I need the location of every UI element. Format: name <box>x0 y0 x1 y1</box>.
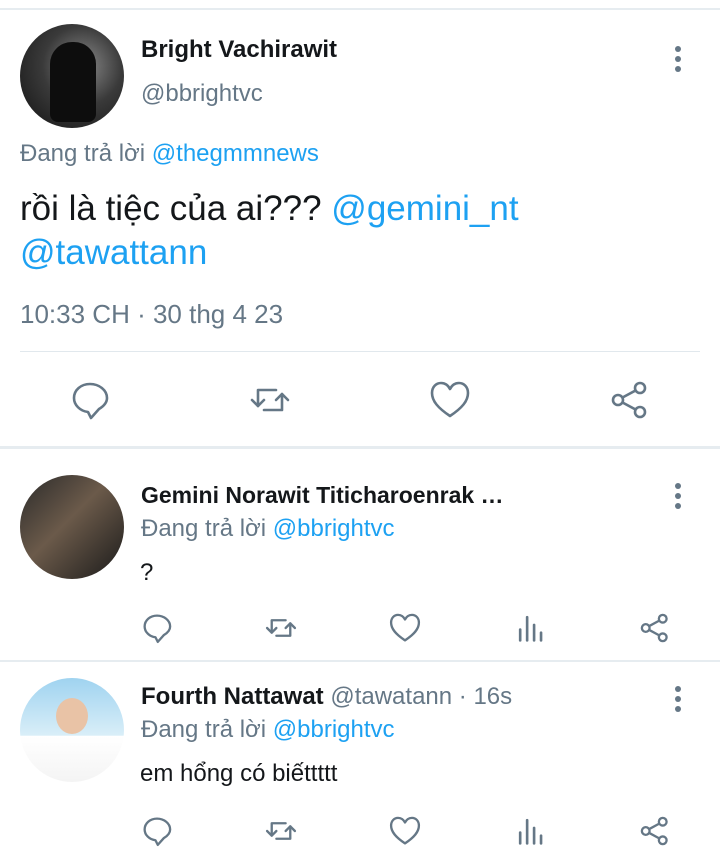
replying-to-mention[interactable]: @bbrightvc <box>273 716 395 743</box>
avatar[interactable] <box>20 24 124 128</box>
replying-to-mention[interactable]: @bbrightvc <box>273 515 395 542</box>
reply-icon[interactable] <box>140 611 174 645</box>
retweet-icon[interactable] <box>264 611 298 645</box>
replying-to-mention[interactable]: @thegmmnews <box>152 140 319 167</box>
replying-to-line: Đang trả lời @bbrightvc <box>141 515 395 543</box>
more-options-icon[interactable] <box>668 684 688 714</box>
like-icon[interactable] <box>428 378 472 422</box>
share-icon[interactable] <box>638 814 672 848</box>
replying-to-line: Đang trả lời @bbrightvc <box>141 716 395 744</box>
share-icon[interactable] <box>638 611 672 645</box>
more-options-icon[interactable] <box>668 481 688 511</box>
retweet-icon[interactable] <box>248 378 292 422</box>
replying-prefix: Đang trả lời <box>141 515 267 542</box>
divider <box>20 351 700 352</box>
like-icon[interactable] <box>388 611 422 645</box>
tweet-text: em hổng có biếttttt <box>140 760 338 787</box>
more-options-icon[interactable] <box>668 44 688 74</box>
tweet-text-body: rồi là tiệc của ai??? <box>20 189 332 228</box>
author-line: Fourth Nattawat @tawatann · 16s <box>141 683 512 711</box>
analytics-icon[interactable] <box>514 611 548 645</box>
timestamp[interactable]: 10:33 CH · 30 thg 4 23 <box>20 299 283 330</box>
like-icon[interactable] <box>388 814 422 848</box>
tweet-text: rồi là tiệc của ai??? @gemini_nt @tawatt… <box>20 187 700 275</box>
share-icon[interactable] <box>608 378 652 422</box>
replying-to-line: Đang trả lời @thegmmnews <box>20 140 319 168</box>
avatar[interactable] <box>20 475 124 579</box>
reply-icon[interactable] <box>68 378 112 422</box>
tweet-text: ? <box>140 559 154 586</box>
retweet-icon[interactable] <box>264 814 298 848</box>
analytics-icon[interactable] <box>514 814 548 848</box>
display-name[interactable]: Fourth Nattawat <box>141 683 324 710</box>
avatar[interactable] <box>20 678 124 782</box>
display-name[interactable]: Gemini Norawit Titicharoenrak … <box>141 482 504 509</box>
mention-link[interactable]: @tawattann <box>20 233 207 272</box>
reply-icon[interactable] <box>140 814 174 848</box>
handle[interactable]: @bbrightvc <box>141 80 263 108</box>
handle[interactable]: @tawatann <box>330 683 452 710</box>
relative-time[interactable]: · 16s <box>459 683 512 710</box>
reply-tweet[interactable]: Fourth Nattawat @tawatann · 16s Đang trả… <box>0 662 720 862</box>
replying-prefix: Đang trả lời <box>20 140 146 167</box>
main-tweet: Bright Vachirawit @bbrightvc Đang trả lờ… <box>0 10 720 447</box>
display-name[interactable]: Bright Vachirawit <box>141 36 337 64</box>
replying-prefix: Đang trả lời <box>141 716 267 743</box>
reply-tweet[interactable]: Gemini Norawit Titicharoenrak … Đang trả… <box>0 449 720 660</box>
mention-link[interactable]: @gemini_nt <box>331 189 518 228</box>
